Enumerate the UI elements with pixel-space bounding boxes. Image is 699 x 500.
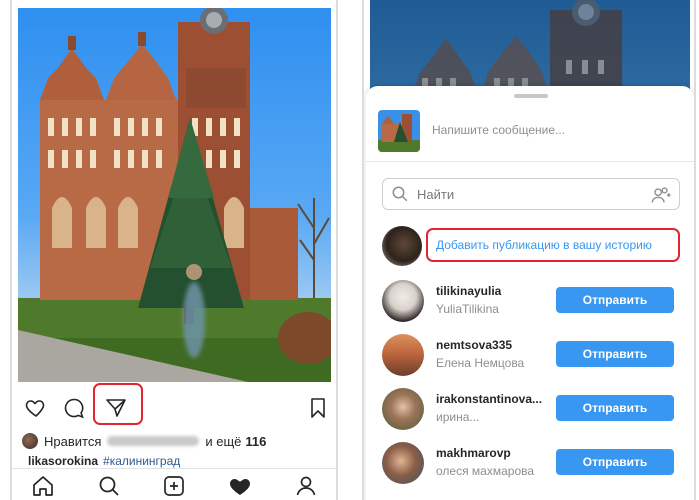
- bookmark-icon[interactable]: [302, 392, 334, 424]
- search-placeholder: Найти: [417, 187, 455, 202]
- add-people-icon[interactable]: [649, 184, 671, 206]
- contact-full-name: олеся махмарова: [436, 464, 535, 478]
- dimmed-post-photo: [370, 0, 690, 100]
- share-screen: Напишите сообщение... Найти Добавить пуб…: [362, 0, 696, 500]
- bottom-navigation: [12, 468, 336, 500]
- heart-outline-icon[interactable]: [20, 392, 52, 424]
- contact-row: irakonstantinova... ирина... Отправить: [366, 384, 694, 438]
- likes-conjunction: и ещё: [205, 433, 242, 449]
- contact-username: irakonstantinova...: [436, 392, 543, 406]
- liker-avatar: [22, 433, 38, 449]
- post-actions-bar: [12, 392, 336, 428]
- contact-full-name: Елена Немцова: [436, 356, 525, 370]
- sheet-drag-handle[interactable]: [514, 94, 548, 98]
- share-bottom-sheet: Напишите сообщение... Найти Добавить пуб…: [366, 86, 694, 500]
- contact-username: nemtsova335: [436, 338, 513, 352]
- cathedral-photo: [18, 8, 331, 382]
- send-button[interactable]: Отправить: [556, 449, 674, 475]
- post-thumbnail: [378, 110, 420, 152]
- profile-icon[interactable]: [293, 473, 319, 499]
- contact-avatar: [382, 388, 424, 430]
- post-caption: likasorokina #калининград: [28, 454, 180, 468]
- activity-heart-icon[interactable]: [227, 473, 253, 499]
- contact-username: tilikinayulia: [436, 284, 502, 298]
- add-post-icon[interactable]: [161, 473, 187, 499]
- thumbnail-cathedral: [378, 114, 420, 152]
- contact-row: tilikinayulia YuliaTilikina Отправить: [366, 276, 694, 330]
- contact-row: makhmarovp олеся махмарова Отправить: [366, 438, 694, 492]
- contact-search-field[interactable]: Найти: [382, 178, 680, 210]
- caption-username[interactable]: likasorokina: [28, 454, 98, 468]
- contact-row: nemtsova335 Елена Немцова Отправить: [366, 330, 694, 384]
- send-button[interactable]: Отправить: [556, 395, 674, 421]
- likes-count[interactable]: 116: [245, 434, 266, 449]
- contact-full-name: ирина...: [436, 410, 480, 424]
- add-to-story-link[interactable]: Добавить публикацию в вашу историю: [436, 238, 652, 252]
- own-avatar: [382, 226, 422, 266]
- post-photo[interactable]: [18, 8, 331, 382]
- message-compose-row: Напишите сообщение...: [366, 106, 694, 162]
- contact-full-name: YuliaTilikina: [436, 302, 499, 316]
- likes-line: Нравится и ещё 116: [22, 432, 266, 450]
- contact-avatar: [382, 442, 424, 484]
- send-button[interactable]: Отправить: [556, 341, 674, 367]
- blurred-username: [107, 436, 200, 446]
- send-button[interactable]: Отправить: [556, 287, 674, 313]
- caption-hashtag[interactable]: #калининград: [103, 454, 180, 468]
- comment-icon[interactable]: [58, 392, 90, 424]
- likes-prefix: Нравится: [44, 433, 102, 449]
- home-icon[interactable]: [30, 473, 56, 499]
- feed-screen: Нравится и ещё 116 likasorokina #калининг…: [10, 0, 338, 500]
- contact-username: makhmarovp: [436, 446, 511, 460]
- search-icon: [392, 186, 408, 202]
- search-icon[interactable]: [96, 473, 122, 499]
- contact-avatar: [382, 280, 424, 322]
- contact-avatar: [382, 334, 424, 376]
- add-to-story-row[interactable]: Добавить публикацию в вашу историю: [366, 222, 694, 270]
- share-button-highlight: [93, 383, 143, 425]
- message-input[interactable]: Напишите сообщение...: [432, 123, 565, 137]
- dimmed-cathedral: [410, 0, 622, 100]
